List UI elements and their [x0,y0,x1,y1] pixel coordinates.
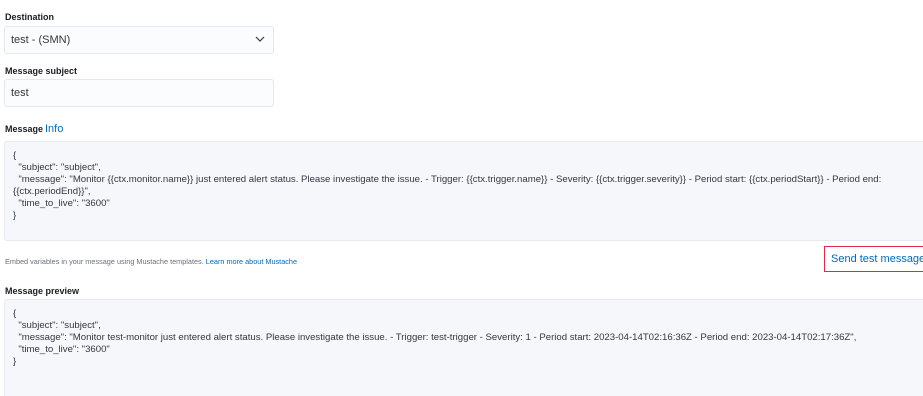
message-info-link[interactable]: Info [45,122,63,136]
help-text: Embed variables in your message using Mu… [5,257,206,266]
message-subject-input[interactable]: test [4,79,274,107]
destination-label: Destination [5,12,55,22]
send-test-message-button[interactable]: Send test message [824,246,923,272]
preview-line: "subject": "subject", [13,320,101,331]
destination-select[interactable]: test - (SMN) [4,26,274,54]
message-line: { [13,150,17,161]
preview-line: "message": "Monitor test-monitor just en… [13,332,857,343]
message-preview-label: Message preview [5,286,80,296]
mustache-learn-more-link[interactable]: Learn more about Mustache [206,257,297,266]
message-line: "subject": "subject", [13,162,101,173]
preview-line: } [13,356,17,367]
action-message-form: Destination test - (SMN) Message subject… [0,0,923,396]
preview-line: { [13,308,17,319]
message-line: "message": "Monitor {{ctx.monitor.name}}… [13,174,884,197]
destination-selected-value: test - (SMN) [11,34,71,46]
message-line: "time_to_live": "3600" [13,198,110,209]
message-preview-box: { "subject": "subject", "message": "Moni… [4,299,923,396]
message-editor[interactable]: { "subject": "subject", "message": "Moni… [4,141,923,241]
chevron-down-icon [255,36,265,42]
message-subject-label: Message subject [5,66,78,76]
preview-line: "time_to_live": "3600" [13,344,110,355]
message-label: Message [5,124,44,134]
message-line: } [13,210,17,221]
mustache-help-text: Embed variables in your message using Mu… [5,257,297,267]
